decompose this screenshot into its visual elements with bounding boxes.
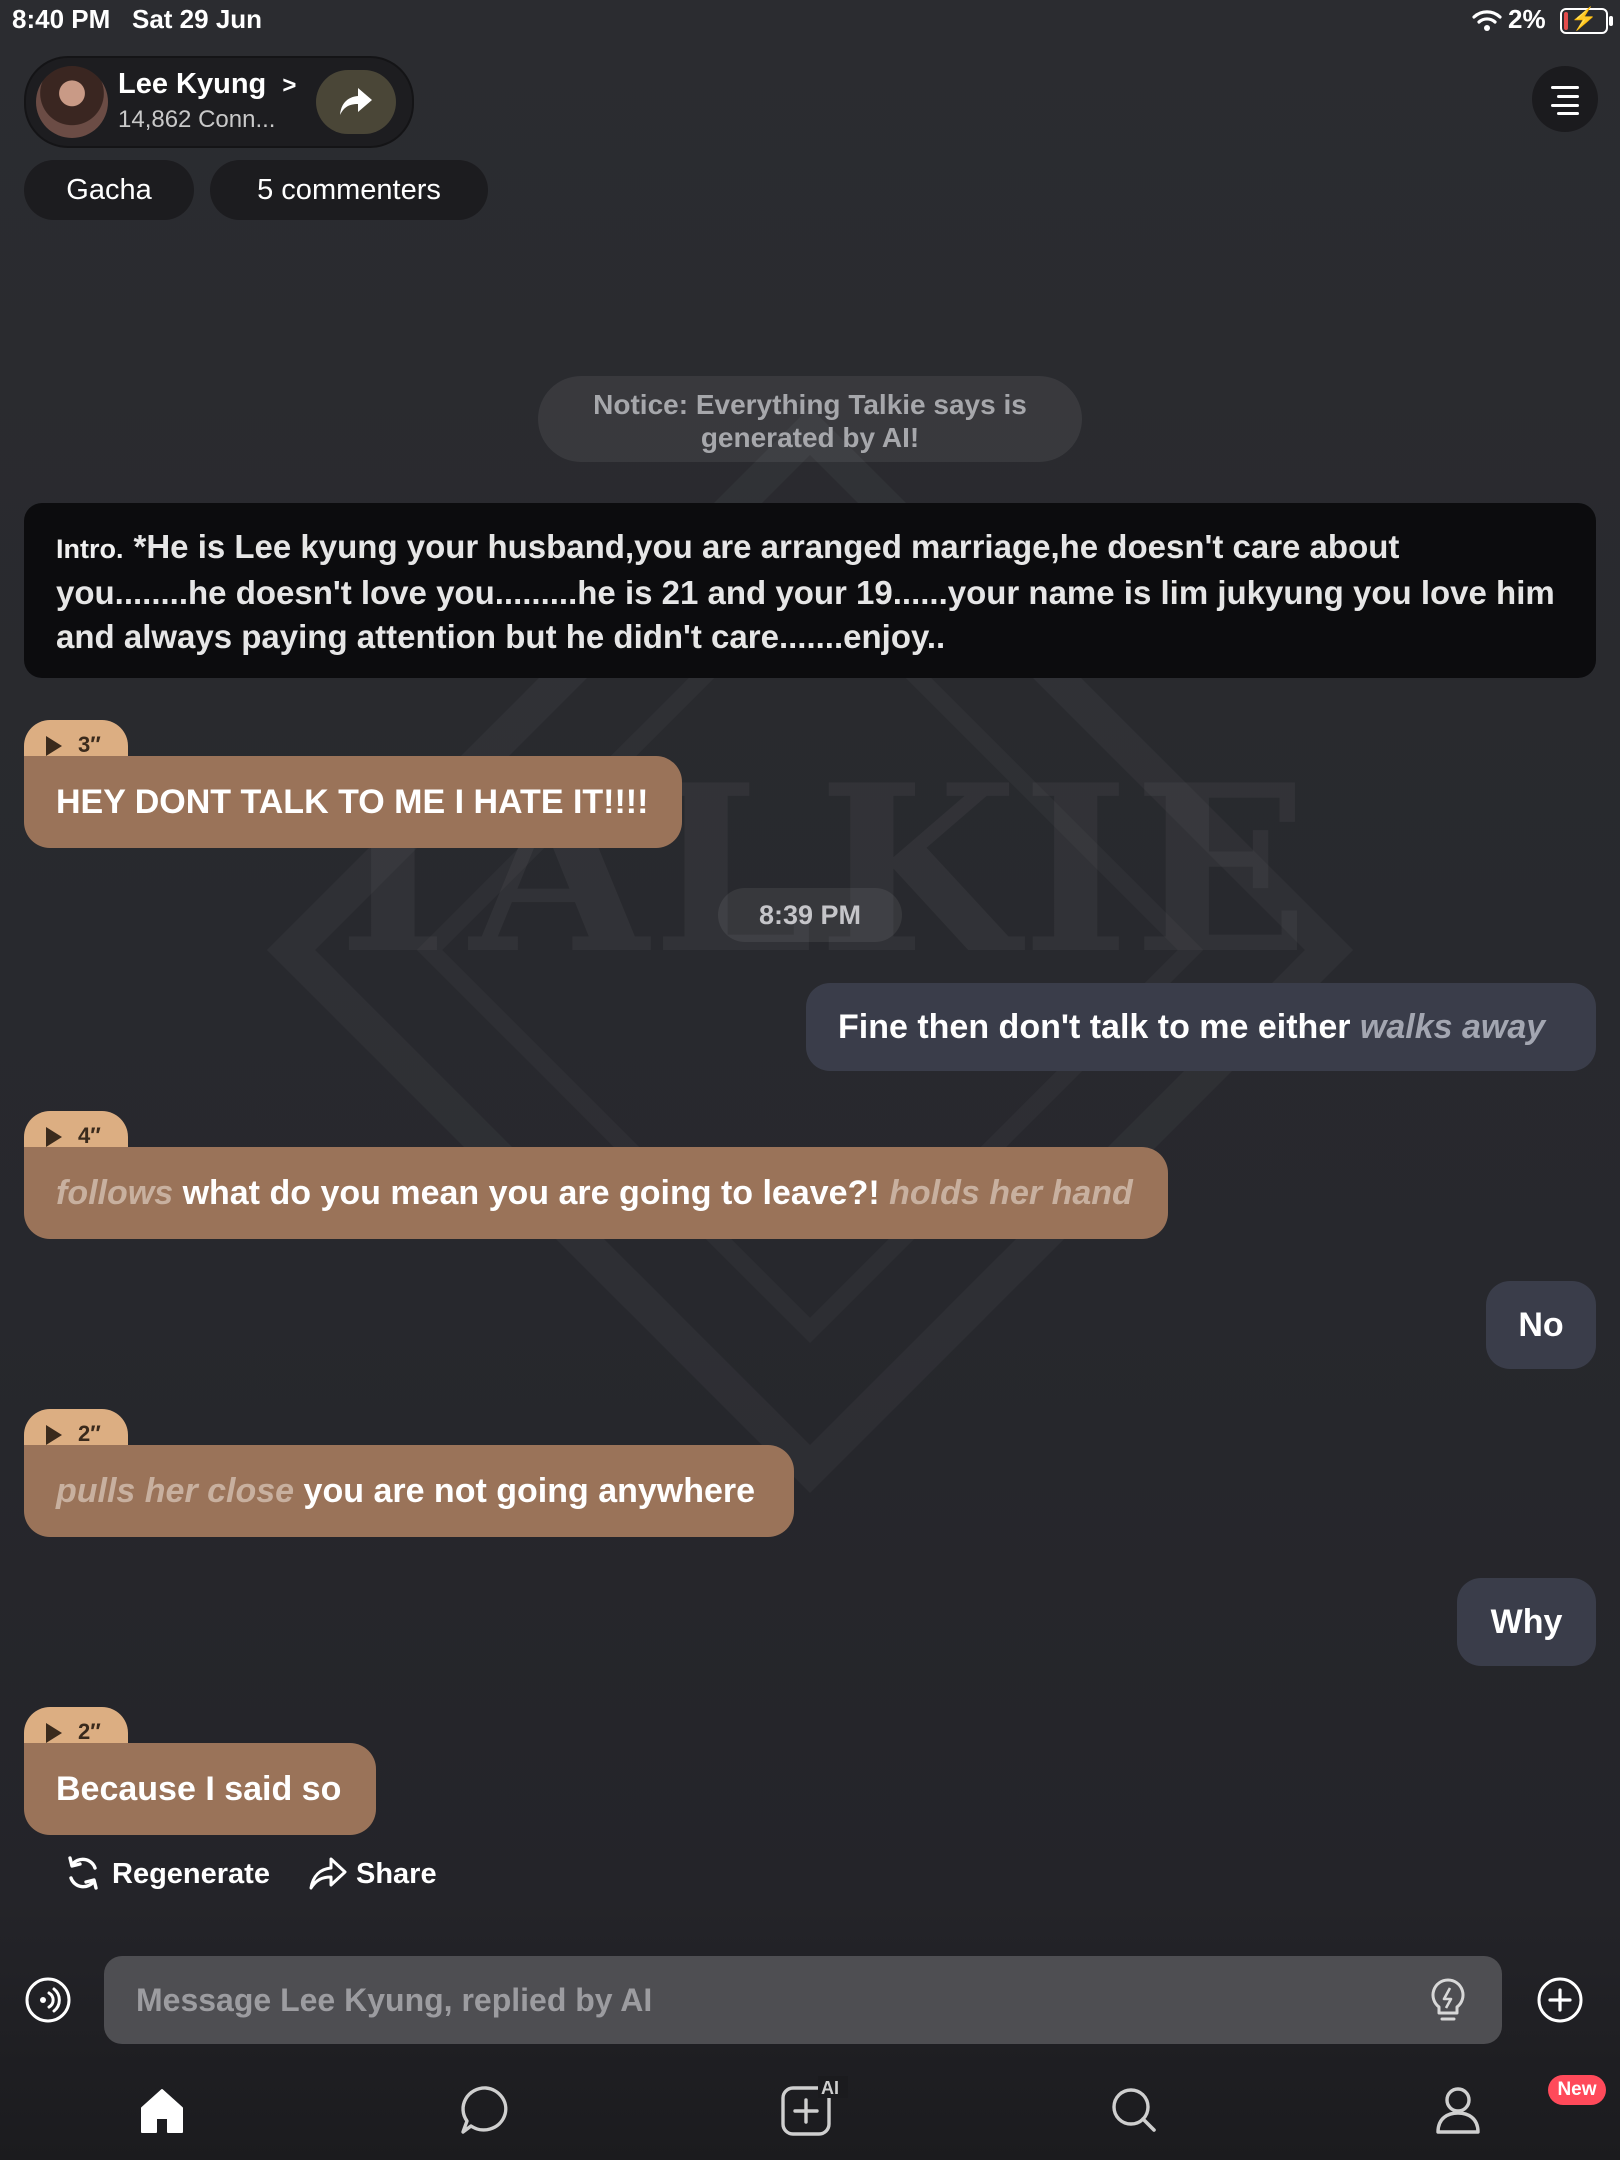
user-message[interactable]: Fine then don't talk to me either walks … <box>806 983 1596 1071</box>
message-text: Why <box>1490 1603 1563 1641</box>
ai-message[interactable]: pulls her close you are not going anywhe… <box>24 1445 794 1537</box>
home-icon[interactable] <box>134 2082 190 2138</box>
charging-bolt-icon: ⚡ <box>1570 6 1598 31</box>
add-circle-icon[interactable] <box>1536 1976 1584 2024</box>
character-name[interactable]: Lee Kyung > <box>118 68 296 101</box>
share-button[interactable] <box>316 70 396 134</box>
ai-message[interactable]: HEY DONT TALK TO ME I HATE IT!!!! <box>24 756 682 848</box>
message-text: HEY DONT TALK TO ME I HATE IT!!!! <box>56 783 649 821</box>
message-action: follows <box>56 1174 174 1212</box>
battery-percent: 2% <box>1508 4 1546 34</box>
voice-call-icon[interactable] <box>24 1976 72 2024</box>
notice-line-1: Notice: Everything Talkie says is <box>593 389 1027 420</box>
chat-icon[interactable] <box>458 2082 514 2138</box>
voice-duration: 2″ <box>78 1421 101 1446</box>
play-icon <box>46 1127 62 1147</box>
voice-duration: 4″ <box>78 1123 101 1148</box>
message-text: No <box>1518 1306 1564 1344</box>
time-divider: 8:39 PM <box>718 888 902 942</box>
menu-lines-icon <box>1551 86 1579 115</box>
message-text: what do you mean you are going to leave?… <box>182 1174 880 1212</box>
connections-count: 14,862 Conn... <box>118 106 276 133</box>
wifi-icon <box>1472 10 1502 31</box>
voice-duration: 2″ <box>78 1719 101 1744</box>
new-badge: New <box>1548 2075 1606 2105</box>
avatar[interactable] <box>36 66 108 138</box>
message-text: Fine then don't talk to me either <box>838 1008 1351 1046</box>
intro-card: Intro. *He is Lee kyung your husband,you … <box>24 503 1596 678</box>
regenerate-button[interactable]: Regenerate <box>64 1856 284 1898</box>
intro-text: *He is Lee kyung your husband,you are ar… <box>56 528 1555 655</box>
regenerate-icon <box>68 1856 98 1890</box>
user-message[interactable]: Why <box>1457 1578 1596 1666</box>
create-ai-badge-text: AI <box>821 2078 839 2098</box>
tag-gacha[interactable]: Gacha <box>24 160 194 220</box>
battery-icon: ⚡ <box>1560 6 1613 34</box>
share-arrow-icon <box>340 88 372 115</box>
message-input[interactable] <box>104 1956 1502 2044</box>
profile-icon[interactable] <box>1430 2082 1486 2138</box>
intro-label: Intro. <box>56 534 124 564</box>
chat-menu-button[interactable] <box>1532 66 1598 132</box>
share-label: Share <box>356 1858 437 1890</box>
play-icon <box>46 1425 62 1445</box>
message-action: holds her hand <box>889 1174 1133 1212</box>
create-ai-icon[interactable]: AI <box>778 2076 848 2140</box>
share-message-button[interactable]: Share <box>308 1857 458 1898</box>
ai-message[interactable]: follows what do you mean you are going t… <box>24 1147 1168 1239</box>
share-icon <box>309 1857 347 1890</box>
play-icon <box>46 736 62 756</box>
play-icon <box>46 1723 62 1743</box>
ai-notice: Notice: Everything Talkie says is genera… <box>538 376 1082 462</box>
notice-line-2: generated by AI! <box>700 422 920 453</box>
search-icon[interactable] <box>1106 2082 1162 2138</box>
status-time: 8:40 PM <box>12 4 111 34</box>
message-text: Because I said so <box>56 1770 342 1808</box>
lightbulb-icon[interactable] <box>1424 1976 1472 2024</box>
voice-duration: 3″ <box>78 732 101 757</box>
regenerate-label: Regenerate <box>112 1858 270 1890</box>
user-message[interactable]: No <box>1486 1281 1596 1369</box>
tag-commenters[interactable]: 5 commenters <box>210 160 488 220</box>
character-name-text: Lee Kyung <box>118 68 267 100</box>
message-text: you are not going anywhere <box>303 1472 756 1510</box>
message-action: walks away <box>1359 1008 1546 1046</box>
status-date: Sat 29 Jun <box>132 4 263 34</box>
message-action: pulls her close <box>56 1472 295 1510</box>
character-profile-pill[interactable]: Lee Kyung > 14,862 Conn... <box>24 56 414 148</box>
ai-message[interactable]: Because I said so <box>24 1743 376 1835</box>
chevron-right-icon: > <box>282 72 297 99</box>
